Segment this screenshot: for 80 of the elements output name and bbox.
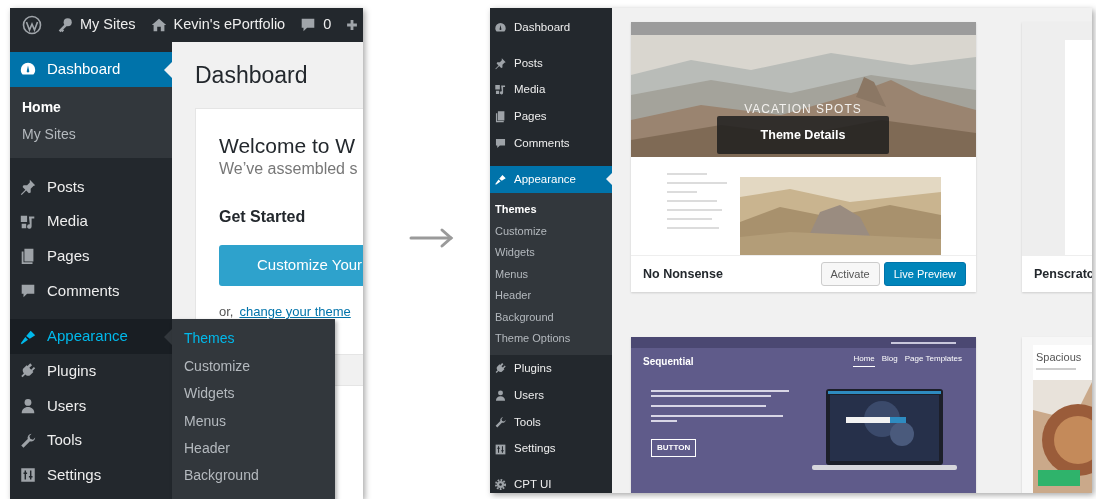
sidebar-item[interactable]: Appearance [490, 166, 612, 193]
submenu-item[interactable]: Customize [172, 352, 335, 380]
submenu-item[interactable]: Menus [172, 407, 335, 435]
submenu-item[interactable]: Themes [172, 325, 335, 353]
gauge-icon [494, 20, 507, 34]
sidebar-item[interactable]: Pages [490, 103, 612, 131]
sidebar-item[interactable]: Users [490, 382, 612, 409]
wrench-icon [19, 431, 37, 450]
theme-card[interactable]: Sequential Home Blog Page Templates BUTTON [631, 337, 976, 493]
user-icon [19, 396, 37, 415]
sidebar-item[interactable]: Comments [490, 130, 612, 157]
wrench-icon [494, 415, 507, 429]
sidebar-item[interactable]: Settings [490, 435, 612, 463]
plus-icon[interactable] [345, 18, 360, 32]
theme-details-button[interactable]: Theme Details [717, 116, 889, 154]
submenu-item[interactable]: Widgets [172, 380, 335, 408]
toolbar-item[interactable]: Kevin's ePortfolio [149, 14, 286, 36]
sliders-icon [19, 466, 37, 485]
speech-bubble-icon [494, 137, 507, 151]
button-preview: BUTTON [651, 439, 697, 457]
or-text: or, [219, 303, 234, 321]
page-title: Dashboard [195, 61, 309, 90]
theme-card[interactable]: Spacious [1022, 337, 1092, 493]
submenu-item[interactable]: My Sites [10, 121, 172, 149]
nav-link[interactable]: Page Templates [904, 353, 962, 367]
submenu-item[interactable]: Home [10, 93, 172, 122]
submenu-item[interactable]: Background [172, 462, 335, 490]
sidebar-item[interactable]: Posts [490, 49, 612, 77]
live-preview-button[interactable]: Live Preview [883, 262, 966, 286]
sidebar-item[interactable]: Media [490, 76, 612, 104]
sliders-icon [494, 442, 507, 456]
submenu-item[interactable]: Widgets [490, 241, 612, 264]
sidebar-item[interactable]: Appearance [10, 319, 172, 354]
sidebar-item[interactable]: Users [10, 388, 172, 424]
nav-link[interactable]: Blog [881, 353, 898, 367]
site-title: Sequential [643, 355, 694, 369]
toolbar-item[interactable]: 0 [299, 14, 332, 36]
sidebar-item[interactable]: Comments [10, 273, 172, 309]
sidebar-item[interactable]: CPT UI [490, 471, 612, 493]
pages-icon [494, 110, 507, 124]
logo-icon[interactable] [22, 15, 42, 35]
submenu-item[interactable]: Header [172, 434, 335, 463]
nav-link[interactable]: Home [853, 353, 875, 367]
sidebar-item[interactable]: Dashboard [490, 14, 612, 41]
sidebar-item[interactable]: Pages [10, 238, 172, 274]
pushpin-icon [19, 177, 37, 196]
sidebar-item[interactable]: Media [10, 204, 172, 239]
pushpin-icon [494, 56, 507, 70]
arrow-icon [408, 227, 455, 249]
sidebar-item[interactable]: Dashboard [10, 52, 172, 87]
pointer-icon [606, 173, 612, 185]
section-heading: Get Started [219, 207, 307, 227]
toolbar-item[interactable]: My Sites [56, 14, 136, 36]
user-icon [494, 388, 507, 402]
submenu-item[interactable]: Header [490, 284, 612, 307]
theme-card[interactable]: VACATION SPOTS Theme Details No Nonsense Activate Live Preview [631, 22, 976, 292]
site-title: Spacious [1035, 350, 1083, 365]
sidebar-item[interactable]: Plugins [10, 353, 172, 389]
sidebar-item[interactable]: Tools [490, 408, 612, 436]
pointer-icon [164, 62, 172, 78]
house-icon [149, 16, 168, 34]
key-icon [56, 16, 74, 34]
theme-name: No Nonsense [643, 265, 723, 283]
submenu-item[interactable]: Background [490, 306, 612, 328]
submenu-item[interactable]: Menus [490, 263, 612, 285]
submenu-item[interactable]: Themes [490, 198, 612, 221]
welcome-title: Welcome to W [219, 133, 357, 159]
sidebar-item[interactable]: Tools [10, 423, 172, 458]
plug-icon [494, 362, 507, 376]
media-icon [494, 83, 507, 97]
welcome-subtitle: We’ve assembled s [219, 159, 359, 179]
change-theme-link[interactable]: change your theme [239, 302, 351, 322]
submenu-item[interactable]: Theme Options [490, 327, 612, 350]
hero-title: VACATION SPOTS [743, 101, 863, 118]
paintbrush-icon [494, 172, 507, 186]
sidebar-item[interactable]: Plugins [490, 355, 612, 383]
sidebar-item[interactable]: Settings [10, 457, 172, 493]
submenu-item[interactable]: Customize [490, 220, 612, 242]
activate-button[interactable]: Activate [820, 262, 880, 286]
sidebar-item[interactable]: Posts [10, 169, 172, 205]
